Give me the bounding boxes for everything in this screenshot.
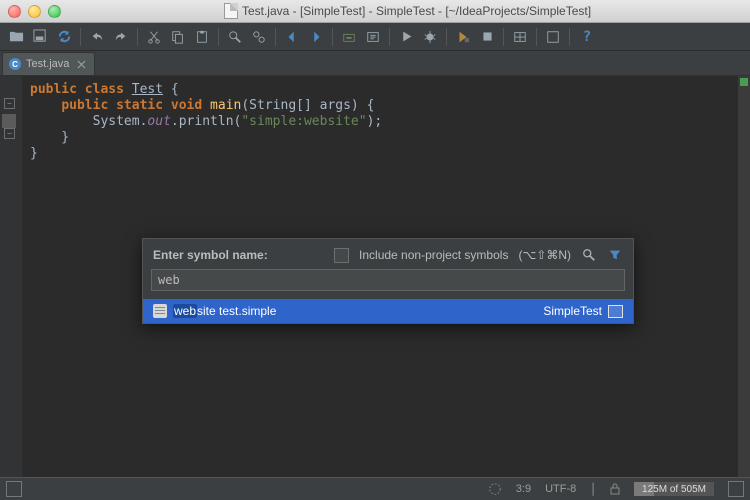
toolbar-sep [503,28,504,46]
include-non-project-checkbox[interactable] [334,248,349,263]
fold-minus-icon[interactable]: − [4,128,15,139]
identifier: System [93,114,140,129]
close-tab-icon[interactable] [77,60,86,69]
forward-button[interactable] [306,27,326,47]
shortcut-hint: (⌥⇧⌘N) [518,248,571,262]
punct: ); [367,114,383,129]
run-with-coverage-button[interactable] [453,27,473,47]
stop-button[interactable] [477,27,497,47]
tab-label: Test.java [26,58,69,70]
window-controls [8,5,61,18]
save-all-button[interactable] [30,27,50,47]
toolbar-sep [389,28,390,46]
toolbar-sep [332,28,333,46]
sync-button[interactable] [54,27,74,47]
minimize-window-icon[interactable] [28,5,41,18]
toolbar-sep [536,28,537,46]
cut-button[interactable] [144,27,164,47]
java-class-icon: C [9,58,21,70]
back-button[interactable] [282,27,302,47]
background-tasks-icon[interactable] [488,482,502,496]
paste-button[interactable] [192,27,212,47]
keyword: class [85,82,124,97]
class-name: Test [132,82,163,97]
filter-icon[interactable] [607,247,623,263]
svg-text:?: ? [582,29,590,44]
window-title: Test.java - [SimpleTest] - SimpleTest - … [73,3,742,19]
undo-button[interactable] [87,27,107,47]
run-button[interactable] [396,27,416,47]
input-wrapper [143,269,633,299]
code-area[interactable]: public class Test { public static void m… [0,76,750,162]
signature: (String[] args) { [241,98,374,113]
settings-button[interactable] [543,27,563,47]
toolbar-sep [275,28,276,46]
file-encoding[interactable]: UTF-8 [545,483,576,495]
window-title-text: Test.java - [SimpleTest] - SimpleTest - … [242,4,591,18]
memory-indicator[interactable]: 125M of 505M [634,482,714,496]
keyword: public [30,82,77,97]
lock-icon[interactable] [610,483,620,495]
tab-test-java[interactable]: C Test.java [2,52,95,75]
toolbar-sep [80,28,81,46]
zoom-window-icon[interactable] [48,5,61,18]
close-window-icon[interactable] [8,5,21,18]
titlebar: Test.java - [SimpleTest] - SimpleTest - … [0,0,750,23]
debug-button[interactable] [420,27,440,47]
symbol-search-input[interactable] [151,269,625,291]
keyword: public [61,98,108,113]
popup-title: Enter symbol name: [153,248,268,262]
caret-position[interactable]: 3:9 [516,483,531,495]
toolbar-sep [569,28,570,46]
copy-button[interactable] [168,27,188,47]
fold-minus-icon[interactable]: − [4,98,15,109]
toolbar-sep [446,28,447,46]
brace: } [30,146,38,161]
replace-button[interactable] [249,27,269,47]
result-row[interactable]: website test.simple SimpleTest [143,299,633,323]
memory-text: 125M of 505M [642,484,706,495]
keyword: static [116,98,163,113]
error-stripe[interactable] [738,76,750,481]
checkbox-label[interactable]: Include non-project symbols [359,248,508,262]
dot: . [171,114,179,129]
build-button[interactable] [339,27,359,47]
result-text: site test.simple [197,304,276,318]
status-trash-icon[interactable] [728,481,744,497]
string-literal: "simple:website" [241,114,366,129]
open-file-button[interactable] [6,27,26,47]
editor-tabs: C Test.java [0,51,750,76]
field: out [147,114,170,129]
help-button[interactable]: ? [576,27,596,47]
result-match: web [173,304,197,318]
tool-windows-button[interactable] [6,481,22,497]
gutter[interactable]: − − [0,76,22,481]
search-icon[interactable] [581,247,597,263]
module-icon [608,305,623,318]
run-config-button[interactable] [363,27,383,47]
status-bar: 3:9 UTF-8 ⎮ 125M of 505M [0,477,750,500]
popup-header: Enter symbol name: Include non-project s… [143,239,633,269]
file-icon [224,3,238,19]
brace: } [30,130,69,145]
goto-symbol-popup: Enter symbol name: Include non-project s… [142,238,634,324]
inspection-ok-icon [740,78,748,86]
editor[interactable]: − − public class Test { public static vo… [0,76,750,481]
method-call: println [179,114,234,129]
main-toolbar: ? [0,23,750,51]
keyword: void [171,98,202,113]
brace: { [171,82,179,97]
resource-icon [153,304,167,318]
toolbar-sep [137,28,138,46]
find-button[interactable] [225,27,245,47]
redo-button[interactable] [111,27,131,47]
vcs-button[interactable] [510,27,530,47]
result-module: SimpleTest [543,304,602,318]
toolbar-sep [218,28,219,46]
method-name: main [210,98,241,113]
bookmark-icon[interactable] [2,114,16,128]
